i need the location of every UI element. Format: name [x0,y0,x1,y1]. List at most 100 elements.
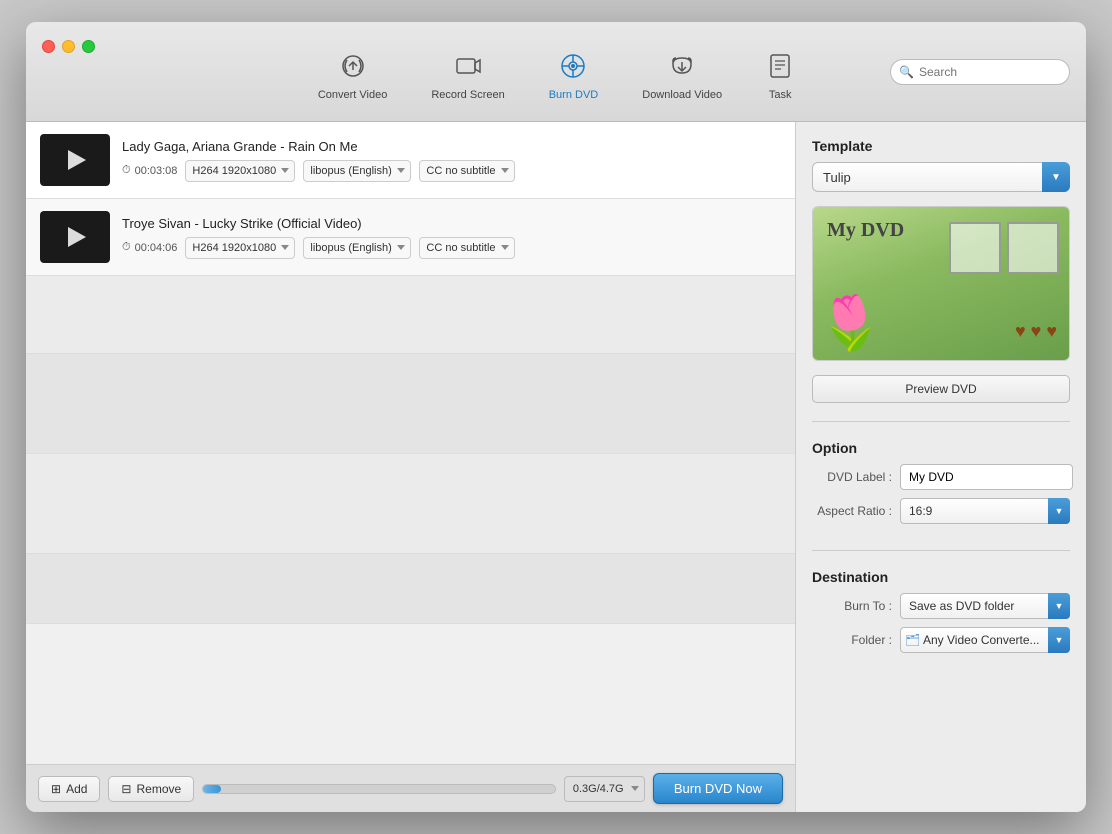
destination-title: Destination [812,569,1070,585]
duration-badge-1: ⏱ 00:03:08 [122,164,177,177]
video-thumbnail-2 [40,211,110,263]
template-title: Template [812,138,1070,154]
toolbar-item-burn-dvd[interactable]: Burn DVD [527,44,621,109]
add-button[interactable]: ⊞ Add [38,776,100,802]
video-info-1: Lady Gaga, Ariana Grande - Rain On Me ⏱ … [122,139,781,182]
add-icon: ⊞ [51,782,61,796]
search-bar: 🔍 [890,59,1070,85]
template-select[interactable]: Tulip Modern Classic Elegant [812,162,1070,192]
empty-slot-2 [26,354,795,454]
task-label: Task [769,89,792,101]
audio-select-2[interactable]: libopus (English) [303,237,411,259]
template-preview: My DVD 🌷 ♥ ♥ ♥ [812,206,1070,361]
preview-dvd-button[interactable]: Preview DVD [812,375,1070,403]
burn-to-select[interactable]: Save as DVD folder Burn to Disc [900,593,1070,619]
burn-to-label: Burn To : [812,599,892,613]
traffic-lights [42,40,95,53]
burn-to-select-wrapper: Save as DVD folder Burn to Disc ▼ [900,593,1070,619]
option-section: Option DVD Label : Aspect Ratio : 16:9 4… [812,440,1070,532]
video-title-1: Lady Gaga, Ariana Grande - Rain On Me [122,139,781,154]
search-input[interactable] [890,59,1070,85]
option-title: Option [812,440,1070,456]
heart-1: ♥ [1015,321,1026,342]
dvd-preview-bg: My DVD 🌷 ♥ ♥ ♥ [813,207,1069,360]
duration-badge-2: ⏱ 00:04:06 [122,241,177,254]
tulip-decoration: 🌷 [816,295,885,352]
video-meta-2: ⏱ 00:04:06 H264 1920x1080 libopus (Engli… [122,237,781,259]
maximize-button[interactable] [82,40,95,53]
folder-label: Folder : [812,633,892,647]
close-button[interactable] [42,40,55,53]
add-label: Add [66,782,87,796]
subtitle-select-1[interactable]: CC no subtitle [419,160,515,182]
duration-1: 00:03:08 [135,165,178,177]
left-panel: Lady Gaga, Ariana Grande - Rain On Me ⏱ … [26,122,796,812]
main-content: Lady Gaga, Ariana Grande - Rain On Me ⏱ … [26,122,1086,812]
dvd-frames [949,222,1059,274]
folder-select-wrapper: Any Video Converte... 🗂 ▼ [900,627,1070,653]
video-title-2: Troye Sivan - Lucky Strike (Official Vid… [122,216,781,231]
heart-decorations: ♥ ♥ ♥ [1015,321,1057,342]
capacity-fill [203,785,221,793]
toolbar-item-convert-video[interactable]: Convert Video [296,44,410,109]
video-item-1[interactable]: Lady Gaga, Ariana Grande - Rain On Me ⏱ … [26,122,795,199]
remove-button[interactable]: ⊟ Remove [108,776,194,802]
record-screen-icon [454,52,482,85]
codec-select-2[interactable]: H264 1920x1080 [185,237,295,259]
task-icon [766,52,794,85]
subtitle-select-2[interactable]: CC no subtitle [419,237,515,259]
duration-2: 00:04:06 [135,242,178,254]
audio-select-1[interactable]: libopus (English) [303,160,411,182]
video-item-2[interactable]: Troye Sivan - Lucky Strike (Official Vid… [26,199,795,276]
clock-icon-2: ⏱ [122,241,131,254]
remove-label: Remove [136,782,181,796]
empty-slot-4 [26,554,795,624]
aspect-ratio-select[interactable]: 16:9 4:3 [900,498,1070,524]
empty-slot-1 [26,276,795,354]
aspect-ratio-row: Aspect Ratio : 16:9 4:3 ▼ [812,498,1070,524]
minimize-button[interactable] [62,40,75,53]
video-list: Lady Gaga, Ariana Grande - Rain On Me ⏱ … [26,122,795,764]
dvd-label-input[interactable] [900,464,1073,490]
capacity-progress [202,784,556,794]
aspect-ratio-select-wrapper: 16:9 4:3 ▼ [900,498,1070,524]
divider-1 [812,421,1070,422]
clock-icon-1: ⏱ [122,164,131,177]
toolbar-item-record-screen[interactable]: Record Screen [409,44,526,109]
divider-2 [812,550,1070,551]
heart-2: ♥ [1031,321,1042,342]
video-info-2: Troye Sivan - Lucky Strike (Official Vid… [122,216,781,259]
codec-select-1[interactable]: H264 1920x1080 [185,160,295,182]
search-icon: 🔍 [899,65,914,79]
heart-3: ♥ [1046,321,1057,342]
capacity-select[interactable]: 0.3G/4.7G [564,776,645,802]
convert-video-icon [339,52,367,85]
destination-section: Destination Burn To : Save as DVD folder… [812,569,1070,661]
convert-video-label: Convert Video [318,89,388,101]
template-select-wrapper: Tulip Modern Classic Elegant ▼ [812,162,1070,192]
toolbar-item-download-video[interactable]: Download Video [620,44,744,109]
burn-dvd-icon [559,52,587,85]
burn-dvd-now-button[interactable]: Burn DVD Now [653,773,783,804]
video-meta-1: ⏱ 00:03:08 H264 1920x1080 libopus (Engli… [122,160,781,182]
download-video-icon [668,52,696,85]
play-icon-1 [68,150,86,170]
right-panel: Template Tulip Modern Classic Elegant ▼ … [796,122,1086,812]
burn-to-row: Burn To : Save as DVD folder Burn to Dis… [812,593,1070,619]
remove-icon: ⊟ [121,782,131,796]
dvd-preview-label: My DVD [827,219,904,242]
burn-dvd-label: Burn DVD [549,89,599,101]
template-section: Template Tulip Modern Classic Elegant ▼ [812,138,1070,192]
dvd-label-label: DVD Label : [812,470,892,484]
dvd-frame-1 [949,222,1001,274]
toolbar-item-task[interactable]: Task [744,44,816,109]
video-thumbnail-1 [40,134,110,186]
folder-row: Folder : Any Video Converte... 🗂 ▼ [812,627,1070,653]
download-video-label: Download Video [642,89,722,101]
dvd-label-row: DVD Label : [812,464,1070,490]
title-bar: Convert Video Record Screen [26,22,1086,122]
main-window: Convert Video Record Screen [26,22,1086,812]
folder-select[interactable]: Any Video Converte... [900,627,1070,653]
play-icon-2 [68,227,86,247]
bottom-bar: ⊞ Add ⊟ Remove 0.3G/4.7G Burn DVD Now [26,764,795,812]
